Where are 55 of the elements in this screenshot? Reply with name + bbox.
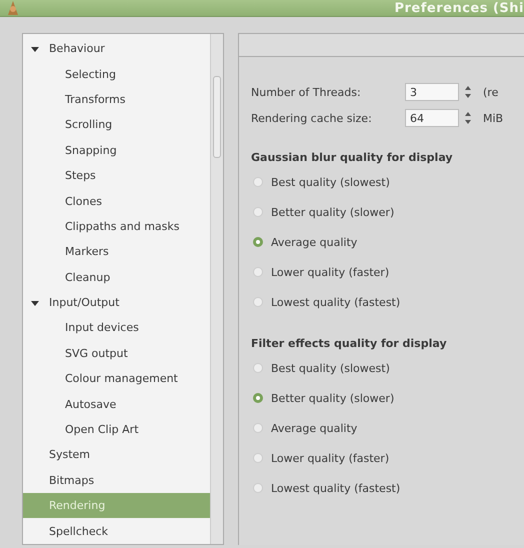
section-heading: Gaussian blur quality for display xyxy=(251,150,454,166)
tree-item[interactable]: SVG output xyxy=(23,340,210,366)
tree-item[interactable]: Bitmaps xyxy=(23,468,210,494)
tree-item[interactable]: Input/Output xyxy=(23,290,210,316)
radio-option[interactable]: Lowest quality (fastest) xyxy=(251,473,524,503)
radio-icon[interactable] xyxy=(253,297,263,307)
field-label: Rendering cache size: xyxy=(251,112,373,124)
tree-item[interactable]: Steps xyxy=(23,162,210,188)
radio-option[interactable]: Better quality (slower) xyxy=(251,383,524,413)
tree-item[interactable]: Spellcheck xyxy=(23,518,210,544)
tree-item[interactable]: Colour management xyxy=(23,366,210,392)
radio-icon[interactable] xyxy=(253,363,263,373)
number-field[interactable]: 64 xyxy=(405,109,459,127)
number-field[interactable]: 3 xyxy=(405,83,459,101)
tree-item[interactable]: Behaviour xyxy=(23,36,210,62)
tree-item[interactable]: Snapping xyxy=(23,138,210,163)
unit-label: (re xyxy=(483,86,498,98)
unit-label: MiB xyxy=(483,112,504,124)
window-title: Preferences (Shi xyxy=(394,0,524,16)
radio-icon[interactable] xyxy=(253,453,263,463)
tree-item[interactable]: Scrolling xyxy=(23,112,210,138)
radio-option[interactable]: Better quality (slower) xyxy=(251,197,524,227)
spin-arrows-icon[interactable] xyxy=(465,111,471,125)
radio-icon[interactable] xyxy=(253,177,263,187)
tree-item[interactable]: Markers xyxy=(23,239,210,265)
expanded-triangle-icon[interactable] xyxy=(31,298,39,307)
radio-option[interactable]: Lowest quality (fastest) xyxy=(251,287,524,317)
tree-item[interactable]: Autosave xyxy=(23,391,210,417)
field-label: Number of Threads: xyxy=(251,86,362,98)
app-icon[interactable] xyxy=(6,0,20,16)
radio-selected-icon[interactable] xyxy=(253,237,263,247)
section-heading: Filter effects quality for display xyxy=(251,336,448,352)
tree-item[interactable]: Clones xyxy=(23,188,210,214)
tree-item[interactable]: Open Clip Art xyxy=(23,416,210,442)
radio-option[interactable]: Average quality xyxy=(251,413,524,443)
radio-option[interactable]: Average quality xyxy=(251,227,524,257)
radio-icon[interactable] xyxy=(253,207,263,217)
scrollbar[interactable] xyxy=(210,34,223,544)
tree-item[interactable]: Transforms xyxy=(23,86,210,112)
tree-item[interactable]: Selecting xyxy=(23,61,210,87)
radio-icon[interactable] xyxy=(253,483,263,493)
radio-icon[interactable] xyxy=(253,267,263,277)
radio-option[interactable]: Best quality (slowest) xyxy=(251,167,524,197)
tree-item[interactable]: Input devices xyxy=(23,315,210,341)
tree-item[interactable]: Clippaths and masks xyxy=(23,214,210,240)
tree-item[interactable]: Cleanup xyxy=(23,264,210,290)
tree-item[interactable]: System xyxy=(23,442,210,468)
expanded-triangle-icon[interactable] xyxy=(31,44,39,53)
radio-icon[interactable] xyxy=(253,423,263,433)
radio-selected-icon[interactable] xyxy=(253,393,263,403)
radio-option[interactable]: Lower quality (faster) xyxy=(251,443,524,473)
radio-option[interactable]: Best quality (slowest) xyxy=(251,353,524,383)
spin-arrows-icon[interactable] xyxy=(465,85,471,99)
scrollbar-thumb[interactable] xyxy=(213,76,221,158)
radio-option[interactable]: Lower quality (faster) xyxy=(251,257,524,287)
